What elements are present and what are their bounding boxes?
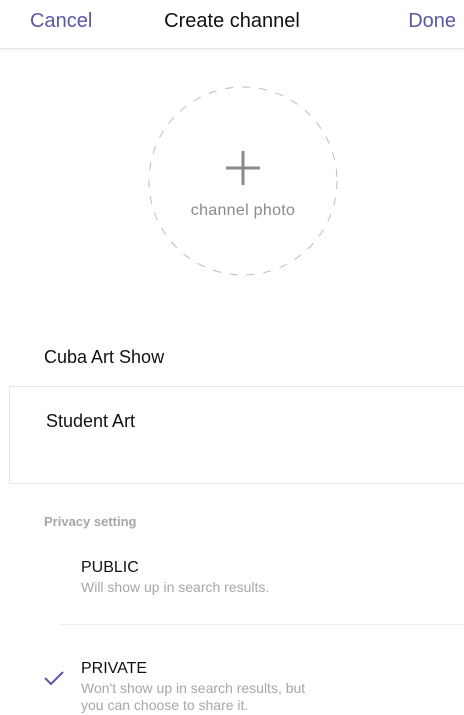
channel-description-field[interactable]: Student Art <box>9 386 464 484</box>
page-title: Create channel <box>164 10 300 32</box>
plus-icon <box>226 151 260 185</box>
option-title: PUBLIC <box>81 559 139 576</box>
option-description-line2: you can choose to share it. <box>81 697 249 713</box>
checkmark-icon <box>44 671 64 686</box>
option-title: PRIVATE <box>81 660 148 677</box>
channel-photo-picker[interactable]: channel photo <box>148 86 338 276</box>
privacy-option-private[interactable]: PRIVATE Won't show up in search results,… <box>0 655 464 715</box>
privacy-setting-header: Privacy setting <box>44 514 137 529</box>
privacy-option-public[interactable]: PUBLIC Will show up in search results. <box>0 555 464 615</box>
channel-description-text: Student Art <box>46 411 136 431</box>
channel-photo-label: channel photo <box>190 202 296 219</box>
done-button[interactable]: Done <box>408 10 456 33</box>
navigation-bar: Cancel Create channel Done <box>0 0 464 49</box>
option-description-line1: Won't show up in search results, but <box>81 680 306 696</box>
option-divider <box>60 624 464 625</box>
option-description: Will show up in search results. <box>81 579 270 595</box>
channel-name-field[interactable]: Cuba Art Show <box>44 347 164 368</box>
